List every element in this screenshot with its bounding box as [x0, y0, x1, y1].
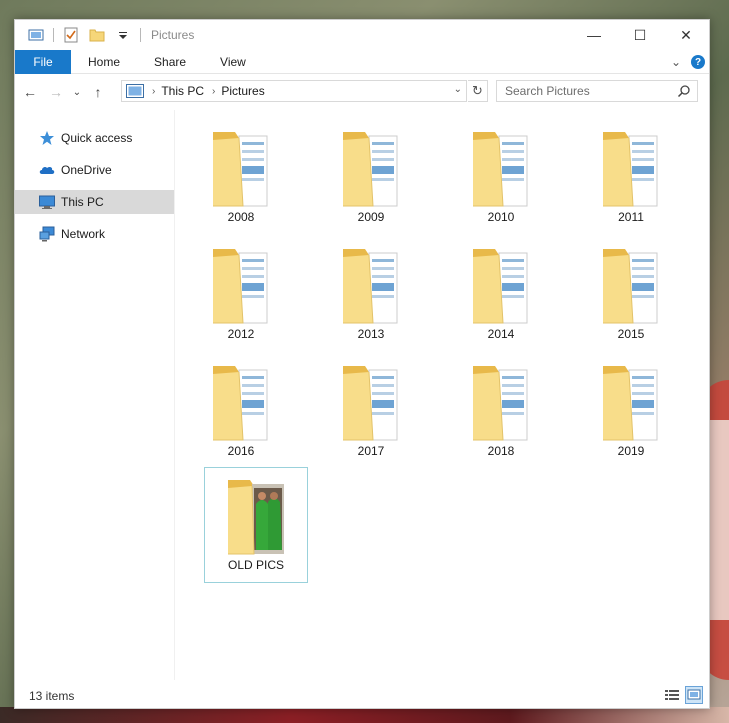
folder-name: 2016 — [227, 444, 255, 458]
sidebar-item-this-pc[interactable]: This PC — [15, 190, 174, 214]
folder-name: 2018 — [487, 444, 515, 458]
navigation-bar: ← → ⌄ ↑ › This PC › Pictures ⌄ ↻ — [15, 78, 709, 106]
folder-item[interactable]: 2014 — [449, 237, 553, 353]
folder-name: 2008 — [227, 210, 255, 224]
folder-name: 2013 — [357, 327, 385, 341]
background-decor — [709, 420, 729, 620]
picture-folder-icon — [469, 126, 533, 208]
quick-access-toolbar: Pictures — [15, 20, 194, 50]
search-input[interactable] — [505, 84, 675, 98]
folder-name: 2010 — [487, 210, 515, 224]
tab-view[interactable]: View — [203, 50, 263, 74]
details-view-icon[interactable] — [663, 686, 681, 704]
address-dropdown-icon[interactable]: ⌄ — [454, 84, 462, 95]
folder-item[interactable]: 2009 — [319, 120, 423, 236]
picture-folder-icon — [599, 126, 663, 208]
sidebar-item-label: This PC — [61, 195, 104, 209]
sidebar-item-label: Quick access — [61, 131, 133, 145]
picture-folder-icon — [209, 126, 273, 208]
folder-item[interactable]: 2018 — [449, 354, 553, 470]
computer-icon — [39, 194, 55, 210]
folder-name: 2017 — [357, 444, 385, 458]
navigation-pane: Quick access OneDrive This PC Network — [15, 110, 175, 680]
picture-folder-icon — [599, 243, 663, 325]
taskbar-edge — [0, 707, 729, 723]
maximize-button[interactable]: ☐ — [617, 20, 663, 50]
sidebar-item-label: OneDrive — [61, 163, 112, 177]
item-count: 13 items — [29, 689, 75, 703]
tab-share[interactable]: Share — [137, 50, 203, 74]
folder-name: 2014 — [487, 327, 515, 341]
toolbar-divider — [140, 28, 141, 42]
window-title: Pictures — [151, 28, 195, 42]
tab-home[interactable]: Home — [71, 50, 137, 74]
window-controls: — ☐ ✕ — [571, 20, 709, 50]
close-button[interactable]: ✕ — [663, 20, 709, 50]
sidebar-item-quick-access[interactable]: Quick access — [15, 126, 174, 150]
recent-locations-button[interactable]: ⌄ — [71, 81, 83, 103]
forward-button[interactable]: → — [45, 81, 67, 103]
photo-folder-icon — [224, 474, 288, 556]
folder-item[interactable]: 2012 — [189, 237, 293, 353]
title-bar[interactable]: Pictures — ☐ ✕ — [15, 20, 709, 50]
picture-folder-icon — [599, 360, 663, 442]
picture-folder-icon — [469, 360, 533, 442]
up-button[interactable]: ↑ — [87, 81, 109, 103]
network-icon — [39, 226, 55, 242]
customize-toolbar-icon[interactable] — [115, 27, 131, 43]
status-bar: 13 items — [15, 684, 709, 708]
window-app-icon[interactable] — [28, 27, 44, 43]
folder-name: OLD PICS — [227, 558, 284, 572]
help-icon[interactable]: ? — [691, 55, 705, 69]
expand-ribbon-icon[interactable]: ⌄ — [671, 55, 681, 69]
picture-folder-icon — [339, 360, 403, 442]
folder-item-old-pics[interactable]: OLD PICS — [204, 467, 308, 583]
new-folder-icon[interactable] — [89, 27, 105, 43]
pictures-location-icon — [126, 84, 144, 98]
file-view: 2008 2009 2010 2011 2012 2013 2014 2015 … — [189, 120, 699, 600]
picture-folder-icon — [339, 126, 403, 208]
toolbar-divider — [53, 28, 54, 42]
folder-name: 2009 — [357, 210, 385, 224]
folder-item[interactable]: 2011 — [579, 120, 683, 236]
back-button[interactable]: ← — [19, 81, 41, 103]
search-box[interactable] — [496, 80, 698, 102]
ribbon-tabs: File Home Share View ⌄ ? — [15, 49, 709, 74]
folder-name: 2019 — [617, 444, 645, 458]
minimize-button[interactable]: — — [571, 20, 617, 50]
folder-name: 2015 — [617, 327, 645, 341]
folder-item[interactable]: 2013 — [319, 237, 423, 353]
cloud-icon — [39, 162, 55, 178]
picture-folder-icon — [209, 360, 273, 442]
search-icon[interactable] — [677, 84, 691, 98]
breadcrumb-chevron-icon[interactable]: › — [152, 86, 155, 97]
picture-folder-icon — [209, 243, 273, 325]
ribbon-actions: ⌄ ? — [671, 50, 705, 74]
folder-item[interactable]: 2008 — [189, 120, 293, 236]
refresh-button[interactable]: ↻ — [468, 80, 488, 102]
breadcrumb-this-pc[interactable]: This PC — [161, 84, 204, 98]
address-bar[interactable]: › This PC › Pictures ⌄ — [121, 80, 467, 102]
explorer-window: Pictures — ☐ ✕ File Home Share View ⌄ ? … — [14, 19, 710, 709]
folder-item[interactable]: 2019 — [579, 354, 683, 470]
folder-name: 2011 — [618, 210, 644, 224]
properties-icon[interactable] — [63, 27, 79, 43]
sidebar-item-network[interactable]: Network — [15, 222, 174, 246]
tab-file[interactable]: File — [15, 49, 71, 74]
folder-item[interactable]: 2015 — [579, 237, 683, 353]
breadcrumb-pictures[interactable]: Pictures — [221, 84, 264, 98]
picture-folder-icon — [339, 243, 403, 325]
sidebar-item-label: Network — [61, 227, 106, 241]
folder-item[interactable]: 2016 — [189, 354, 293, 470]
view-toggle — [663, 686, 703, 704]
folder-item[interactable]: 2017 — [319, 354, 423, 470]
folder-name: 2012 — [227, 327, 255, 341]
star-icon — [39, 130, 55, 146]
picture-folder-icon — [469, 243, 533, 325]
large-icons-view-icon[interactable] — [685, 686, 703, 704]
folder-item[interactable]: 2010 — [449, 120, 553, 236]
sidebar-item-onedrive[interactable]: OneDrive — [15, 158, 174, 182]
breadcrumb-chevron-icon[interactable]: › — [212, 86, 215, 97]
